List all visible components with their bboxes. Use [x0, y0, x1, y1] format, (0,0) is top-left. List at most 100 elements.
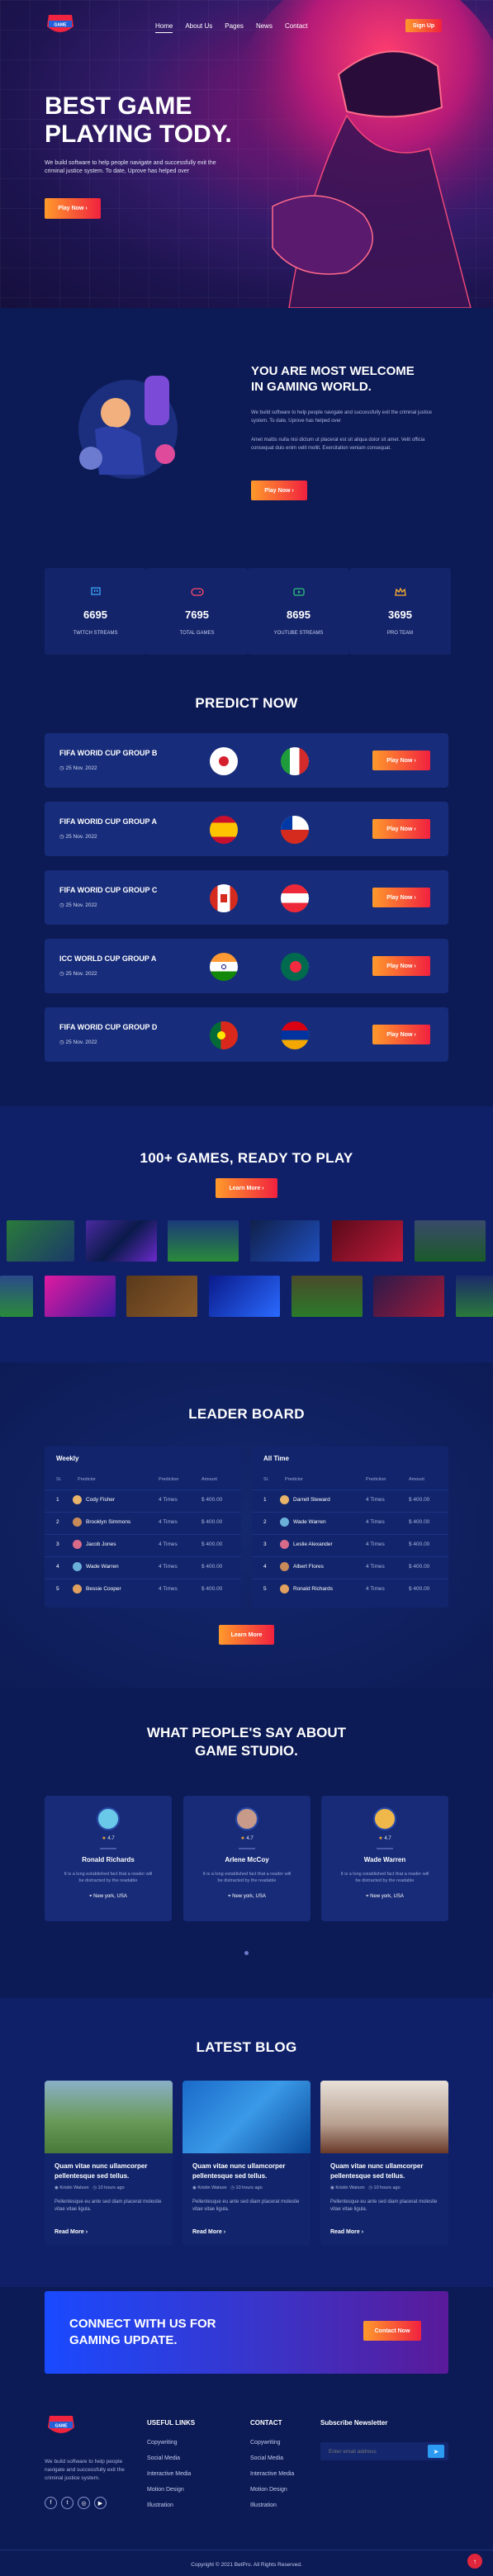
header-sl: Sl.	[263, 1477, 269, 1482]
game-thumbnail[interactable]	[456, 1276, 493, 1317]
logo[interactable]: GAME	[44, 12, 77, 38]
testimonial-name: Wade Warren	[363, 1856, 406, 1863]
read-more-link[interactable]: Read More ›	[55, 2229, 88, 2235]
contact-now-button[interactable]: Contact Now	[363, 2321, 421, 2341]
row-rank: 5	[56, 1586, 59, 1592]
footer-link[interactable]: Interactive Media	[147, 2471, 191, 2477]
table-row[interactable]: 4 Albert Flores 4 Times $ 400.00	[252, 1556, 448, 1576]
read-more-link[interactable]: Read More ›	[192, 2229, 225, 2235]
games-title: 100+ GAMES, READY TO PLAY	[140, 1150, 353, 1166]
hero-play-button[interactable]: Play Now ›	[45, 198, 101, 219]
table-row[interactable]: 1 Darrell Steward 4 Times $ 400.00	[252, 1489, 448, 1509]
match-card: ICC WORLD CUP GROUP A ◷ 25 Nov. 2022 VS …	[45, 939, 448, 993]
testimonial-text: It is a long established fact that a rea…	[64, 1872, 153, 1883]
footer-link[interactable]: Copywriting	[147, 2440, 178, 2446]
match-play-button[interactable]: Play Now ›	[372, 956, 430, 976]
game-thumbnail[interactable]	[7, 1220, 74, 1262]
footer-link[interactable]: Motion Design	[250, 2487, 287, 2493]
welcome-gamer-illustration	[78, 376, 178, 479]
instagram-icon[interactable]: ◎	[78, 2497, 90, 2509]
blog-card[interactable]: Quam vitae nunc ullamcorper pellentesque…	[45, 2081, 173, 2246]
header-predictor: Predictor	[285, 1477, 304, 1482]
japan-flag-icon	[210, 747, 238, 775]
table-row[interactable]: 5 Bessie Cooper 4 Times $ 400.00	[45, 1579, 241, 1598]
nav-item-pages[interactable]: Pages	[225, 22, 244, 33]
games-learn-more-button[interactable]: Learn More ›	[216, 1178, 277, 1198]
game-thumbnail[interactable]	[126, 1276, 197, 1317]
table-row[interactable]: 3 Leslie Alexander 4 Times $ 400.00	[252, 1534, 448, 1554]
footer-link[interactable]: Copywriting	[250, 2440, 281, 2446]
row-prediction: 4 Times	[366, 1519, 385, 1525]
match-play-button[interactable]: Play Now ›	[372, 1025, 430, 1044]
game-thumbnail[interactable]	[415, 1220, 486, 1262]
match-card: FIFA WORID CUP GROUP C ◷ 25 Nov. 2022 VS…	[45, 870, 448, 925]
nav-item-about[interactable]: About Us	[185, 22, 212, 33]
footer-link[interactable]: Motion Design	[147, 2487, 184, 2493]
nav-item-news[interactable]: News	[256, 22, 273, 33]
game-thumbnail[interactable]	[45, 1276, 116, 1317]
table-row[interactable]: 5 Ronald Richards 4 Times $ 400.00	[252, 1579, 448, 1598]
table-row[interactable]: 1 Cody Fisher 4 Times $ 400.00	[45, 1489, 241, 1509]
footer-link[interactable]: Illustration	[250, 2503, 277, 2508]
testimonial-location: ⌖ New york, USA	[183, 1894, 310, 1900]
youtube-social-icon[interactable]: ▶	[94, 2497, 107, 2509]
row-prediction: 4 Times	[366, 1586, 385, 1592]
game-thumbnail[interactable]	[332, 1220, 403, 1262]
testimonial-text: It is a long established fact that a rea…	[340, 1872, 429, 1883]
row-name: Wade Warren	[293, 1519, 326, 1525]
location-text: New york, USA	[232, 1894, 266, 1899]
nav-item-home[interactable]: Home	[155, 22, 173, 33]
footer-logo[interactable]: GAME	[45, 2413, 78, 2439]
footer-link[interactable]: Interactive Media	[250, 2471, 294, 2477]
game-thumbnail[interactable]	[373, 1276, 444, 1317]
signup-button[interactable]: Sign Up	[405, 19, 442, 32]
game-thumbnail[interactable]	[0, 1276, 33, 1317]
nav-item-contact[interactable]: Contact	[285, 22, 308, 33]
table-row[interactable]: 4 Wade Warren 4 Times $ 400.00	[45, 1556, 241, 1576]
game-thumbnail[interactable]	[292, 1276, 363, 1317]
blog-title: Quam vitae nunc ullamcorper pellentesque…	[55, 2162, 148, 2180]
testimonial-location: ⌖ New york, USA	[321, 1894, 448, 1900]
row-amount: $ 400.00	[201, 1497, 223, 1503]
table-row[interactable]: 2 Wade Warren 4 Times $ 400.00	[252, 1512, 448, 1532]
stat-value: 8695	[287, 608, 310, 621]
footer-link[interactable]: Social Media	[147, 2455, 180, 2461]
welcome-play-button[interactable]: Play Now ›	[251, 481, 307, 500]
divider	[100, 1848, 116, 1849]
divider	[239, 1848, 255, 1849]
game-thumbnail[interactable]	[209, 1276, 280, 1317]
row-name: Jacob Jones	[86, 1541, 116, 1547]
stat-label: TWITCH STREAMS	[73, 631, 118, 636]
table-row[interactable]: 2 Brooklyn Simmons 4 Times $ 400.00	[45, 1512, 241, 1532]
hero-title: BEST GAME PLAYING TODY.	[45, 92, 232, 149]
blog-card[interactable]: Quam vitae nunc ullamcorper pellentesque…	[183, 2081, 310, 2246]
divider	[377, 1848, 393, 1849]
game-thumbnail[interactable]	[250, 1220, 320, 1262]
footer-link[interactable]: Social Media	[250, 2455, 283, 2461]
match-date-text: 25 Nov. 2022	[65, 902, 97, 908]
blog-title: Quam vitae nunc ullamcorper pellentesque…	[330, 2162, 424, 2180]
facebook-icon[interactable]: f	[45, 2497, 57, 2509]
match-play-button[interactable]: Play Now ›	[372, 751, 430, 770]
read-more-link[interactable]: Read More ›	[330, 2229, 363, 2235]
match-play-button[interactable]: Play Now ›	[372, 888, 430, 907]
leaderboard-learn-more-button[interactable]: Learn More	[219, 1625, 274, 1645]
footer-link[interactable]: Illustration	[147, 2503, 173, 2508]
table-header: Sl. Predictor Prediction Amount	[45, 1473, 241, 1488]
match-date-text: 25 Nov. 2022	[65, 971, 97, 977]
blog-card[interactable]: Quam vitae nunc ullamcorper pellentesque…	[320, 2081, 448, 2246]
social-links: f t ◎ ▶	[45, 2497, 107, 2509]
match-card: FIFA WORID CUP GROUP D ◷ 25 Nov. 2022 VS…	[45, 1007, 448, 1062]
scroll-top-button[interactable]: ↑	[467, 2554, 482, 2569]
table-row[interactable]: 3 Jacob Jones 4 Times $ 400.00	[45, 1534, 241, 1554]
weekly-leaderboard: Weekly Sl. Predictor Prediction Amount 1…	[45, 1447, 241, 1608]
carousel-dot[interactable]	[244, 1951, 249, 1955]
twitter-icon[interactable]: t	[61, 2497, 73, 2509]
game-thumbnail[interactable]	[86, 1220, 157, 1262]
send-icon[interactable]: ➤	[428, 2445, 444, 2458]
match-play-button[interactable]: Play Now ›	[372, 819, 430, 839]
match-date: ◷ 25 Nov. 2022	[59, 970, 97, 977]
header-amount: Amount	[201, 1477, 217, 1482]
email-field[interactable]	[320, 2442, 428, 2460]
game-thumbnail[interactable]	[168, 1220, 239, 1262]
